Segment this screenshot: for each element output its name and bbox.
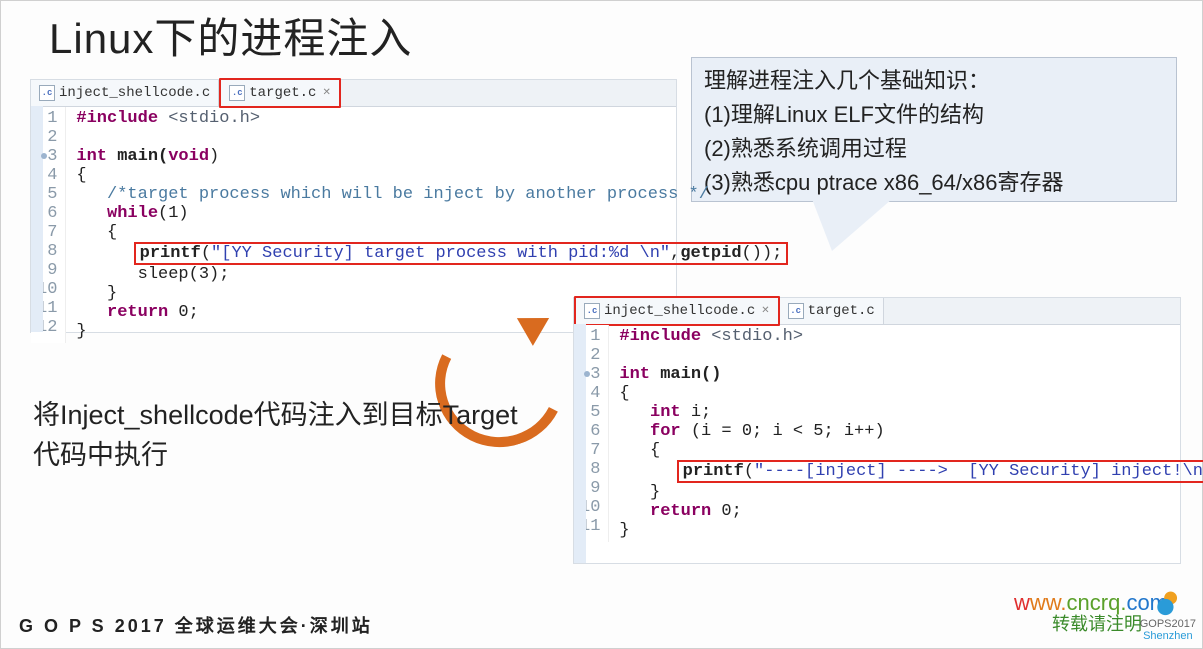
tab-target-active[interactable]: .c target.c ✕ [219,78,341,108]
highlighted-printf-line: printf("----[inject] ----> [YY Security]… [677,460,1203,483]
c-file-icon: .c [39,85,55,101]
gops-logo: GOPS2017 Shenzhen [1140,586,1196,642]
tab-target[interactable]: .c target.c [780,298,884,324]
c-file-icon: .c [788,303,804,319]
editor-inject: .c inject_shellcode.c ✕ .c target.c 1 2 … [573,297,1181,564]
highlighted-printf-line: printf("[YY Security] target process wit… [134,242,789,265]
editor-target: .c inject_shellcode.c .c target.c ✕ 1 2 … [30,79,677,333]
annotation-text: 将Inject_shellcode代码注入到目标Target 代码中执行 [33,395,518,475]
c-file-icon: .c [584,303,600,319]
code-lines: #include <stdio.h> int main() { int i; f… [609,325,1203,542]
editor-tabs: .c inject_shellcode.c ✕ .c target.c [574,298,1180,325]
flame-icon [1155,586,1181,616]
slide-title: Linux下的进程注入 [49,5,412,66]
code-area: 1 2 3 4 5 6 7 8 9 10 11 #include <stdio.… [574,325,1180,542]
annotation-line-2: 代码中执行 [33,435,518,475]
watermark-note: 转载请注明 [1052,610,1142,636]
slide: Linux下的进程注入 理解进程注入几个基础知识： (1)理解Linux ELF… [0,0,1203,649]
logo-line-1: GOPS2017 [1140,618,1196,630]
callout-line-1: 理解进程注入几个基础知识： [704,64,1164,98]
tab-label: inject_shellcode.c [59,85,210,101]
close-icon[interactable]: ✕ [322,87,330,99]
fold-ribbon [31,106,43,332]
editor-tabs: .c inject_shellcode.c .c target.c ✕ [31,80,676,107]
tab-inject-shellcode-active[interactable]: .c inject_shellcode.c ✕ [574,296,780,326]
c-file-icon: .c [229,85,245,101]
tab-inject-shellcode[interactable]: .c inject_shellcode.c [31,80,219,106]
logo-line-2: Shenzhen [1140,630,1196,642]
tab-label: inject_shellcode.c [604,303,755,319]
tab-label: target.c [808,303,875,319]
tab-label: target.c [249,85,316,101]
footer-text: G O P S 2017 全球运维大会·深圳站 [19,612,373,638]
fold-ribbon [574,324,586,563]
annotation-line-1: 将Inject_shellcode代码注入到目标Target [33,395,518,435]
close-icon[interactable]: ✕ [761,305,769,317]
